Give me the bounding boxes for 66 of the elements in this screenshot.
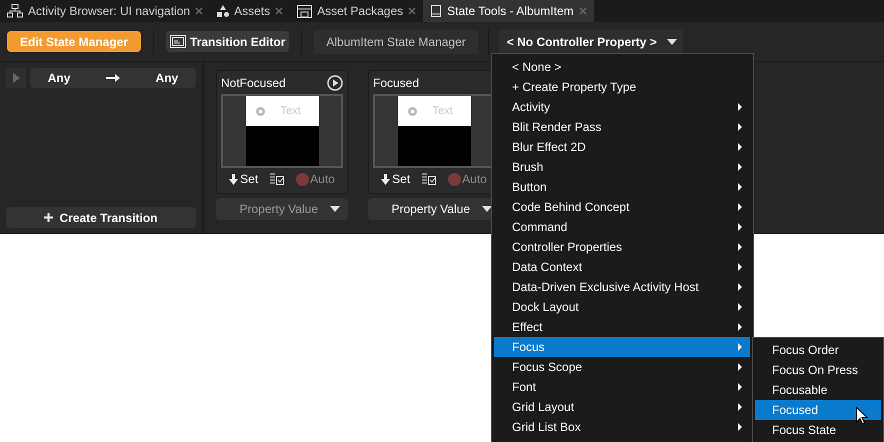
down-arrow-icon: [229, 174, 238, 184]
shapes-icon: [217, 5, 230, 17]
set-button[interactable]: Set: [381, 170, 410, 188]
play-button[interactable]: [6, 68, 26, 88]
mouse-cursor-icon: [856, 407, 868, 425]
tab-label: State Tools - AlbumItem: [447, 3, 574, 20]
package-icon: [297, 4, 312, 18]
menu-item[interactable]: Dock Layout: [494, 297, 750, 317]
caret-icon: [330, 206, 340, 212]
menu-item[interactable]: < None >: [494, 57, 750, 77]
menu-item[interactable]: Controller Properties: [494, 237, 750, 257]
close-icon[interactable]: [408, 7, 416, 15]
checklist-icon[interactable]: [270, 173, 284, 185]
record-icon[interactable]: [296, 172, 310, 186]
menu-item[interactable]: Effect: [494, 317, 750, 337]
play-icon: [12, 73, 20, 83]
hierarchy-icon: [7, 4, 23, 18]
window-icon: [170, 35, 186, 48]
menu-item[interactable]: + Create Property Type: [494, 77, 750, 97]
close-icon[interactable]: [275, 7, 284, 15]
submenu-item[interactable]: Focus Order: [755, 340, 881, 360]
menu-item[interactable]: Button: [494, 177, 750, 197]
menu-item[interactable]: Blur Effect 2D: [494, 137, 750, 157]
menu-item[interactable]: Focus Scope: [494, 357, 750, 377]
set-button[interactable]: Set: [229, 170, 258, 188]
tab[interactable]: State Tools - AlbumItem: [423, 0, 594, 22]
menu-item[interactable]: Command: [494, 217, 750, 237]
play-icon[interactable]: [327, 75, 343, 91]
menu-item[interactable]: Data-Driven Exclusive Activity Host: [494, 277, 750, 297]
property-dropdown[interactable]: Property Value: [216, 198, 348, 220]
auto-label: Auto: [310, 171, 335, 188]
right-arrow-icon: [106, 74, 120, 82]
caret-icon: [482, 206, 492, 212]
tab-label: Assets: [234, 3, 270, 20]
plus-icon: [44, 213, 54, 222]
submenu-item[interactable]: Focus On Press: [755, 360, 881, 380]
menu-item[interactable]: Focus: [494, 337, 750, 357]
state-name: NotFocused: [221, 75, 286, 92]
controller-dropdown[interactable]: < No Controller Property >: [498, 30, 683, 54]
auto-label: Auto: [462, 171, 487, 188]
down-arrow-icon: [381, 174, 390, 184]
create-transition-button[interactable]: Create Transition: [6, 207, 196, 228]
radio-icon: [408, 106, 416, 116]
state-name: Focused: [373, 75, 420, 92]
menu-item[interactable]: Grid List Box: [494, 417, 750, 437]
checklist-icon[interactable]: [422, 173, 436, 185]
transition-editor-button[interactable]: Transition Editor: [166, 31, 290, 52]
close-icon[interactable]: [195, 7, 204, 15]
radio-icon: [256, 106, 264, 116]
menu-item[interactable]: Activity: [494, 97, 750, 117]
submenu-item[interactable]: Focus State: [755, 420, 881, 440]
to-state: Any: [156, 70, 178, 87]
menu-item[interactable]: Blit Render Pass: [494, 117, 750, 137]
state-manager-label: AlbumItem State Manager: [314, 30, 478, 54]
tab-label: Asset Packages: [317, 3, 404, 20]
menu-item[interactable]: Brush: [494, 157, 750, 177]
tab-label: Activity Browser: UI navigation: [28, 3, 190, 20]
menu-item[interactable]: Data Context: [494, 257, 750, 277]
close-icon[interactable]: [578, 7, 587, 15]
tablet-icon: [430, 5, 442, 17]
menu-item[interactable]: Grid Layout: [494, 397, 750, 417]
submenu-item[interactable]: Focusable: [755, 380, 881, 400]
record-icon[interactable]: [448, 172, 462, 186]
from-state: Any: [48, 70, 70, 87]
caret-icon: [666, 38, 677, 44]
menu-item[interactable]: Font: [494, 377, 750, 397]
